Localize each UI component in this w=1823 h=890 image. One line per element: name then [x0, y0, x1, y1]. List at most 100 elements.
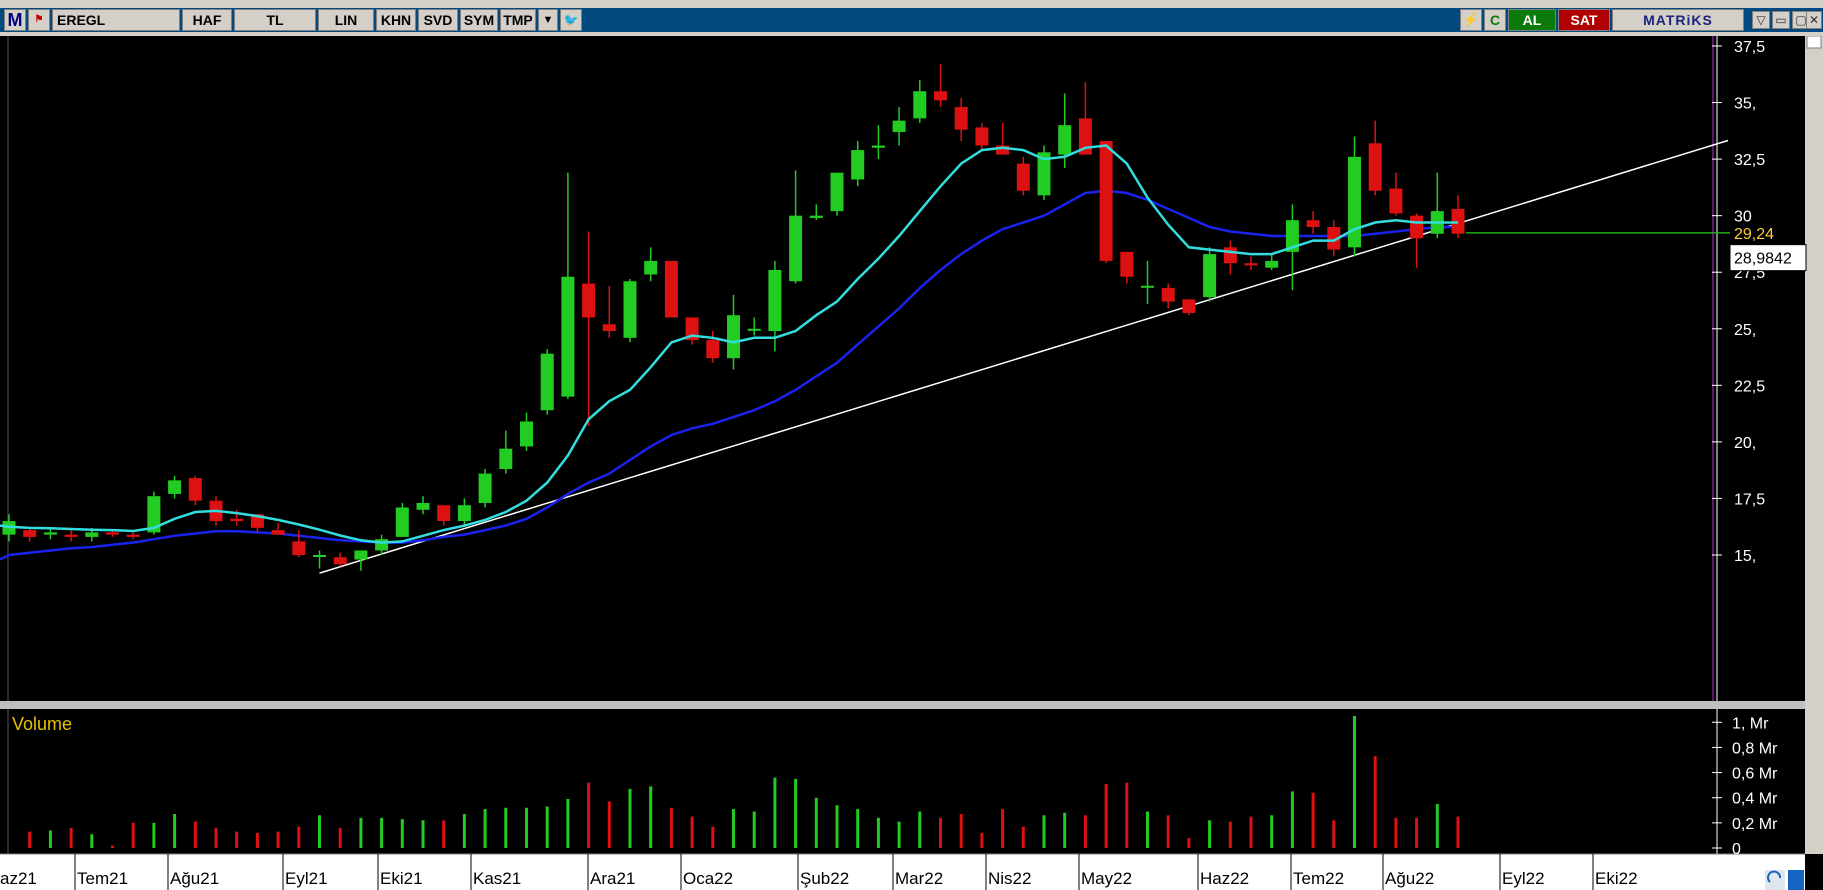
volume-tick-label: 0,6 Mr	[1732, 766, 1778, 783]
candle-body	[1141, 285, 1154, 288]
candle-body	[561, 276, 575, 397]
date-tick-label: Eyl21	[285, 869, 328, 888]
chart-background	[0, 36, 1823, 890]
date-tick-label: Ağu22	[1385, 869, 1434, 888]
candle-body	[126, 534, 140, 537]
dropdown-icon[interactable]: ▽	[1752, 11, 1770, 29]
candle-body	[1368, 143, 1382, 191]
candle-body	[292, 541, 306, 555]
minimize-icon[interactable]: ▭	[1772, 11, 1790, 29]
candle-body	[313, 555, 326, 557]
candle-body	[1203, 254, 1217, 298]
candle-body	[333, 557, 347, 565]
chart-toolbar: M ⚑ EREGL HAF TL LIN KHN SVD SYM TMP ▼ 🐦…	[0, 0, 1823, 37]
sell-button[interactable]: SAT	[1558, 9, 1610, 31]
candle-body	[499, 448, 513, 470]
candle-body	[395, 507, 409, 537]
candle-body	[1223, 247, 1237, 264]
candle-body	[830, 172, 844, 212]
volume-pane-title: Volume	[12, 714, 72, 734]
candle-body	[871, 145, 885, 148]
candle-body	[1099, 141, 1113, 261]
candle-body	[892, 120, 906, 132]
symbol-field[interactable]: EREGL	[52, 9, 180, 31]
matriks-logo-button[interactable]: M	[4, 9, 26, 31]
matriks-brand-label: MATRiKS	[1612, 9, 1744, 31]
sym-button[interactable]: SYM	[460, 9, 498, 31]
candle-body	[437, 505, 451, 522]
chart-area[interactable]: 37,535,32,53027,525,22,520,17,515, 29,24…	[0, 36, 1823, 890]
candle-body	[706, 340, 720, 359]
volume-tick-label: 0,8 Mr	[1732, 740, 1778, 757]
last-price-label: 29,24	[1734, 226, 1774, 243]
refresh-button[interactable]: C	[1484, 9, 1506, 31]
price-tick-label: 17,5	[1734, 491, 1765, 508]
date-tick-label: Ara21	[590, 869, 635, 888]
khn-button[interactable]: KHN	[376, 9, 416, 31]
date-tick-label: Mar22	[895, 869, 943, 888]
candle-body	[271, 530, 285, 535]
candle-body	[727, 315, 740, 359]
symbol-flag-icon[interactable]: ⚑	[28, 9, 50, 31]
crosshair-value-label: 28,9842	[1734, 251, 1792, 268]
volume-tick-label: 0,4 Mr	[1732, 791, 1778, 808]
candle-body	[789, 215, 803, 282]
volume-tick-label: 1, Mr	[1732, 715, 1769, 732]
date-tick-label: az21	[0, 869, 37, 888]
candle-body	[1016, 163, 1030, 191]
price-tick-label: 15,	[1734, 548, 1756, 565]
candle-body	[602, 324, 616, 332]
price-tick-label: 22,5	[1734, 378, 1765, 395]
haf-button[interactable]: HAF	[182, 9, 232, 31]
price-tick-label: 37,5	[1734, 39, 1765, 56]
close-icon[interactable]: ✕	[1806, 11, 1822, 29]
lin-button[interactable]: LIN	[318, 9, 374, 31]
date-tick-label: Haz22	[1200, 869, 1249, 888]
price-tick-label: 35,	[1734, 96, 1756, 113]
candle-body	[520, 421, 533, 447]
candle-body	[1306, 220, 1320, 227]
scroll-left-icon[interactable]	[1788, 870, 1804, 890]
candle-body	[747, 328, 761, 331]
candle-body	[457, 505, 471, 522]
pane-restore-icon[interactable]	[1806, 36, 1822, 49]
candle-body	[1410, 215, 1424, 239]
candle-body	[540, 353, 554, 411]
svd-button[interactable]: SVD	[418, 9, 458, 31]
candle-body	[168, 480, 182, 494]
date-tick-label: Eki22	[1595, 869, 1638, 888]
date-tick-label: Tem21	[77, 869, 128, 888]
date-tick-label: Oca22	[683, 869, 733, 888]
price-tick-label: 32,5	[1734, 152, 1765, 169]
candle-body	[1244, 263, 1258, 266]
candle-body	[1348, 156, 1361, 248]
right-scrollbar[interactable]	[1805, 36, 1823, 854]
date-tick-label: Ağu21	[170, 869, 219, 888]
tmp-button[interactable]: TMP	[500, 9, 536, 31]
candle-body	[934, 91, 947, 101]
dropdown-arrow-icon[interactable]: ▼	[538, 9, 558, 31]
candle-body	[1058, 125, 1072, 155]
date-tick-label: Nis22	[988, 869, 1031, 888]
lightning-icon[interactable]: ⚡	[1460, 9, 1482, 31]
candle-body	[913, 91, 927, 119]
twitter-icon[interactable]: 🐦	[560, 9, 582, 31]
candle-body	[478, 473, 492, 503]
candle-body	[768, 269, 782, 332]
candle-body	[1265, 260, 1279, 268]
date-tick-label: Tem22	[1293, 869, 1344, 888]
candle-body	[664, 260, 678, 318]
candle-body	[85, 532, 99, 537]
buy-button[interactable]: AL	[1508, 9, 1556, 31]
candle-body	[623, 281, 637, 338]
date-tick-label: Eyl22	[1502, 869, 1545, 888]
candle-body	[975, 127, 989, 146]
candle-body	[354, 550, 368, 560]
candle-body	[106, 532, 119, 535]
candle-body	[230, 518, 244, 522]
candle-body	[582, 283, 596, 318]
candle-body	[809, 215, 823, 218]
tl-button[interactable]: TL	[234, 9, 316, 31]
date-tick-label: Kas21	[473, 869, 521, 888]
pane-splitter[interactable]	[0, 701, 1805, 709]
